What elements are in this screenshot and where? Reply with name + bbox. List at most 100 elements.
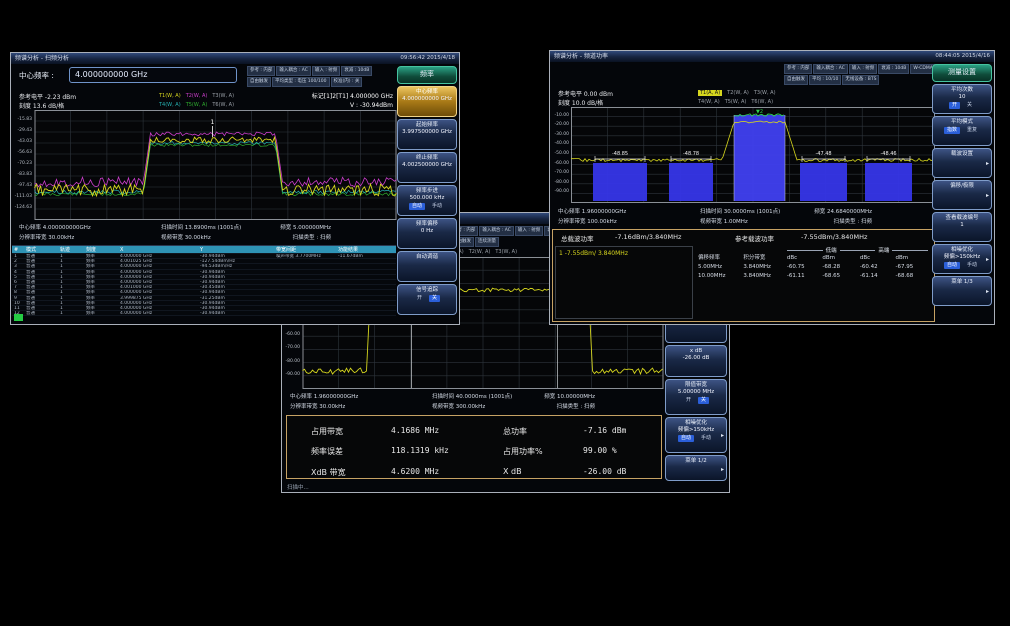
softkey-value: 10 xyxy=(933,94,991,101)
softkey-菜单 1/2[interactable]: 菜单 1/2▸ xyxy=(665,455,727,481)
marker-table-cell: 1 xyxy=(58,296,84,300)
submenu-arrow-icon: ▸ xyxy=(986,192,989,199)
marker-table-cell: 6 xyxy=(12,280,24,284)
toggle-option[interactable]: 自动 xyxy=(944,262,960,269)
sweep-info-item: 视频带宽 1.00MHz xyxy=(700,217,748,225)
marker-table-cell xyxy=(336,275,396,279)
softkey-label: 限值带宽 xyxy=(666,382,726,389)
status-cell: 衰减 : 10dB xyxy=(878,64,909,74)
carrier-list: 1 -7.55dBm/ 3.840MHz xyxy=(555,246,693,319)
softkey-toggle: 自动手动 xyxy=(666,435,726,442)
softkey-label: 信号追踪 xyxy=(398,287,456,294)
softkey-平均次数[interactable]: 平均次数10开关 xyxy=(932,84,992,114)
softkey-频率偏移[interactable]: 频率偏移0 Hz xyxy=(397,218,457,249)
center-frequency-input[interactable]: 4.000000000 GHz xyxy=(69,67,237,83)
toggle-option[interactable]: 开 xyxy=(683,397,694,404)
marker-table-cell: 普通 xyxy=(24,311,58,315)
softkey-偏移/极限[interactable]: 偏移/极限▸ xyxy=(932,180,992,210)
toggle-option[interactable]: 关 xyxy=(698,397,709,404)
toggle-option[interactable]: 关 xyxy=(964,102,975,109)
marker-table-cell: 1 xyxy=(58,301,84,305)
marker-table-row[interactable]: 12普通1频率4.000000 GHz-30.94dBm xyxy=(12,311,396,316)
sweep-info-item: 扫描时间 40.0000ms (1001点) xyxy=(432,392,512,400)
scale-readout: 刻度 10.0 dB/格 xyxy=(558,98,603,107)
ref-carrier-power-label: 参考载波功率 xyxy=(735,233,774,243)
softkey-label: 终止频率 xyxy=(398,155,456,162)
softkey-label: x dB xyxy=(666,348,726,355)
softkey-终止频率[interactable]: 终止频率4.002500000 GHz xyxy=(397,152,457,183)
y-axis-label: -83.83 xyxy=(17,172,32,177)
softkey-x dB[interactable]: x dB-26.00 dB xyxy=(665,345,727,377)
marker-table-cell: 4.000000 GHz xyxy=(118,254,198,258)
center-frequency-value: 4.000000000 GHz xyxy=(75,70,147,79)
sweep-info-row1: 中心频率 4.000000000GHz扫描时间 13.8900ms (1001点… xyxy=(11,223,397,233)
softkey-相噪优化[interactable]: 相噪优化频偏>150kHz自动手动▸ xyxy=(665,417,727,453)
result-label: 占用带宽 xyxy=(311,426,391,437)
softkey-自动调谐[interactable]: 自动调谐 xyxy=(397,251,457,282)
window-titlebar[interactable]: 频谱分析 - 扫频分析 09:56:42 2015/4/18 xyxy=(11,53,459,64)
y-axis-labels: -15.83-29.43-43.03-56.63-70.23-83.83-97.… xyxy=(11,110,33,220)
marker-table-cell xyxy=(336,270,396,274)
softkey-label: 相噪优化 xyxy=(933,247,991,254)
softkey-value: 5.00000 MHz xyxy=(666,389,726,396)
offset-table-cell: -61.14 xyxy=(860,272,896,281)
marker-table-cell xyxy=(274,306,336,310)
softkey-平均模式[interactable]: 平均模式指数重复 xyxy=(932,116,992,146)
menu-header-key[interactable]: 测量设置 xyxy=(932,64,992,82)
marker-table-cell: -30.94dBm xyxy=(198,290,274,294)
divider xyxy=(787,250,823,251)
toggle-option[interactable]: 手动 xyxy=(698,435,714,442)
toggle-option[interactable]: 手动 xyxy=(964,262,980,269)
marker-table-cell: 1 xyxy=(58,290,84,294)
toggle-option[interactable]: 自动 xyxy=(409,203,425,210)
softkey-相噪优化[interactable]: 相噪优化频偏>150kHz自动手动▸ xyxy=(932,244,992,274)
toggle-option[interactable]: 手动 xyxy=(429,203,445,210)
window-titlebar[interactable]: 频谱分析 - 频道功率 08:44:05 2015/4/16 xyxy=(550,51,994,62)
softkey-信号追踪[interactable]: 信号追踪开关 xyxy=(397,284,457,315)
toggle-option[interactable]: 开 xyxy=(414,295,425,302)
svg-text:-47.48: -47.48 xyxy=(816,151,832,157)
y-axis-label: -70.23 xyxy=(17,161,32,166)
status-bar: 参考 : 内部输入耦合 : AC输入 : 射频衰减 : 10dB 自由触发平均类… xyxy=(247,66,372,87)
softkey-menu: 占用功率%99.00 %x dB-26.00 dB限值带宽5.00000 MHz… xyxy=(665,301,727,481)
offset-table-header: 偏移频率积分带宽dBcdBmdBcdBm xyxy=(698,254,931,263)
trace-label: T1(A, A) xyxy=(698,90,722,96)
marker-table-cell: 10 xyxy=(12,301,24,305)
softkey-label: 菜单 1/3 xyxy=(933,279,991,286)
softkey-限值带宽[interactable]: 限值带宽5.00000 MHz开关 xyxy=(665,379,727,415)
menu-header-key[interactable]: 频率 xyxy=(397,66,457,84)
total-carrier-power-label: 总载波功率 xyxy=(561,233,594,243)
trace-label: T6(W, A) xyxy=(212,102,234,108)
marker-table-cell: 8 xyxy=(12,290,24,294)
marker-table-cell: 普通 xyxy=(24,259,58,263)
sweep-info-item: 视频带宽 30.00kHz xyxy=(161,233,211,241)
softkey-载波设置[interactable]: 载波设置▸ xyxy=(932,148,992,178)
marker-table-cell: 4.000000 GHz xyxy=(118,275,198,279)
toggle-option[interactable]: 重复 xyxy=(964,127,980,134)
softkey-频率步进[interactable]: 频率步进500.000 kHz自动手动 xyxy=(397,185,457,216)
toggle-option[interactable]: 指数 xyxy=(944,127,960,134)
softkey-起始频率[interactable]: 起始频率3.997500000 GHz xyxy=(397,119,457,150)
softkey-中心频率[interactable]: 中心频率4.000000000 GHz xyxy=(397,86,457,117)
svg-text:▼2: ▼2 xyxy=(756,109,763,115)
softkey-label: 相噪优化 xyxy=(666,420,726,427)
marker-table-cell: 频率 xyxy=(84,311,118,315)
divider xyxy=(840,250,876,251)
marker-table-cell xyxy=(336,296,396,300)
marker-table-cell xyxy=(336,259,396,263)
softkey-查看载波编号[interactable]: 查看载波编号1 xyxy=(932,212,992,242)
softkey-菜单 1/3[interactable]: 菜单 1/3▸ xyxy=(932,276,992,306)
toggle-option[interactable]: 关 xyxy=(429,295,440,302)
y-axis-label: -15.83 xyxy=(17,117,32,122)
submenu-arrow-icon: ▸ xyxy=(721,432,724,439)
toggle-option[interactable]: 开 xyxy=(949,102,960,109)
carrier-entry[interactable]: 1 -7.55dBm/ 3.840MHz xyxy=(559,250,628,257)
y-axis-label: -29.43 xyxy=(17,128,32,133)
y-axis-label: -90.00 xyxy=(554,189,569,194)
marker-table-cell: 频率 xyxy=(84,290,118,294)
sweep-info-row2: 分辨率带宽 30.00kHz视频带宽 300.00kHz扫描类型 : 扫频 xyxy=(282,402,665,412)
marker-table-cell: 普通 xyxy=(24,275,58,279)
y-axis-label: -60.00 xyxy=(285,332,300,337)
toggle-option[interactable]: 自动 xyxy=(678,435,694,442)
offset-table-cell: -68.68 xyxy=(895,272,931,281)
